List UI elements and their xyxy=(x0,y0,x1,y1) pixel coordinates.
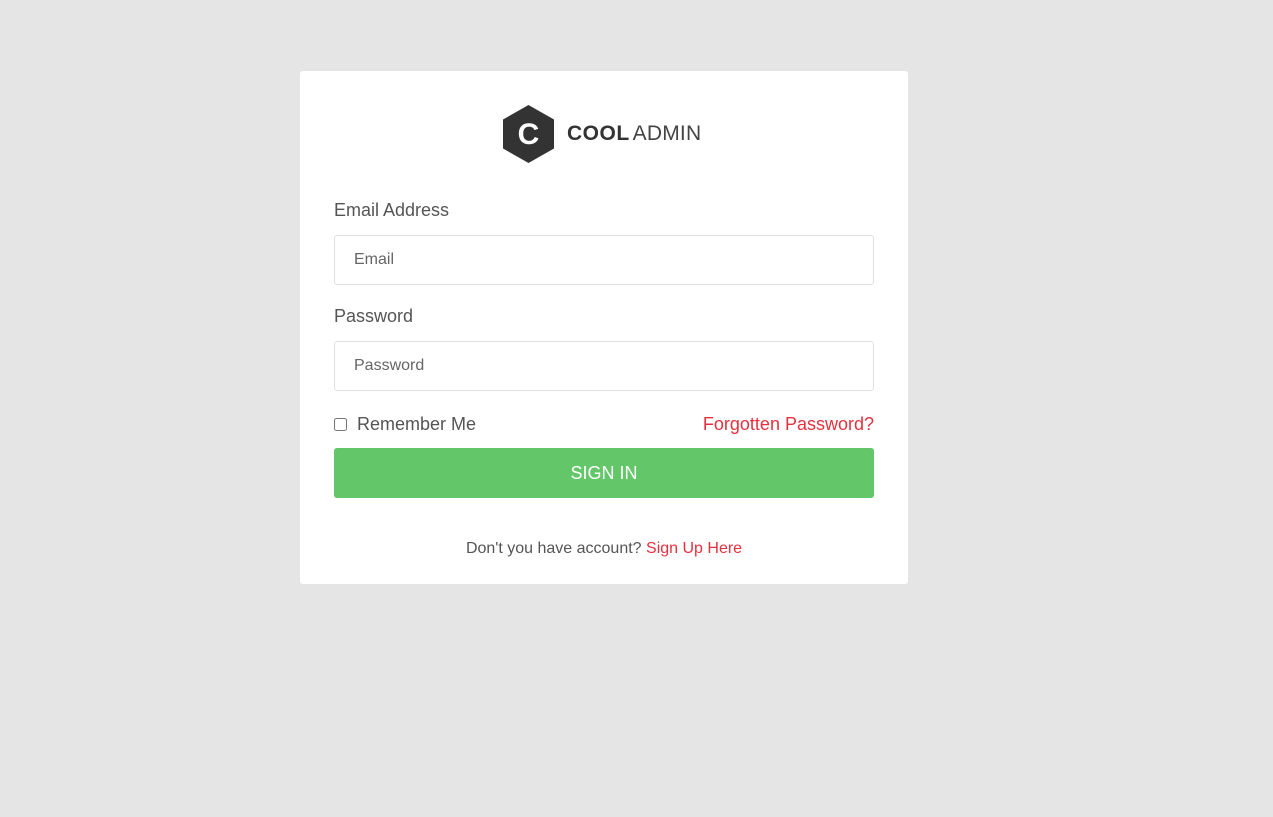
sign-up-link[interactable]: Sign Up Here xyxy=(646,540,742,557)
email-field[interactable] xyxy=(334,235,874,285)
login-card: C COOL ADMIN Email Address Password Reme… xyxy=(300,71,908,584)
signup-prompt: Don't you have account? Sign Up Here xyxy=(300,540,908,558)
forgot-password-link[interactable]: Forgotten Password? xyxy=(703,412,874,436)
sign-in-button[interactable]: SIGN IN xyxy=(334,448,874,498)
logo-wordmark: COOL ADMIN xyxy=(567,122,701,146)
hexagon-c-logo-icon: C xyxy=(503,105,554,163)
logo-letter: C xyxy=(518,118,540,151)
logo: C COOL ADMIN xyxy=(502,104,701,164)
logo-brand-bold: COOL xyxy=(567,122,630,145)
password-label: Password xyxy=(334,306,414,326)
remember-me-row: Remember Me xyxy=(334,412,476,436)
remember-me-checkbox[interactable] xyxy=(334,417,347,431)
logo-brand-light: ADMIN xyxy=(632,122,702,145)
remember-me-label[interactable]: Remember Me xyxy=(357,414,476,435)
signup-prompt-text: Don't you have account? xyxy=(465,540,642,557)
email-label: Email Address xyxy=(334,200,450,220)
password-field[interactable] xyxy=(334,341,874,391)
